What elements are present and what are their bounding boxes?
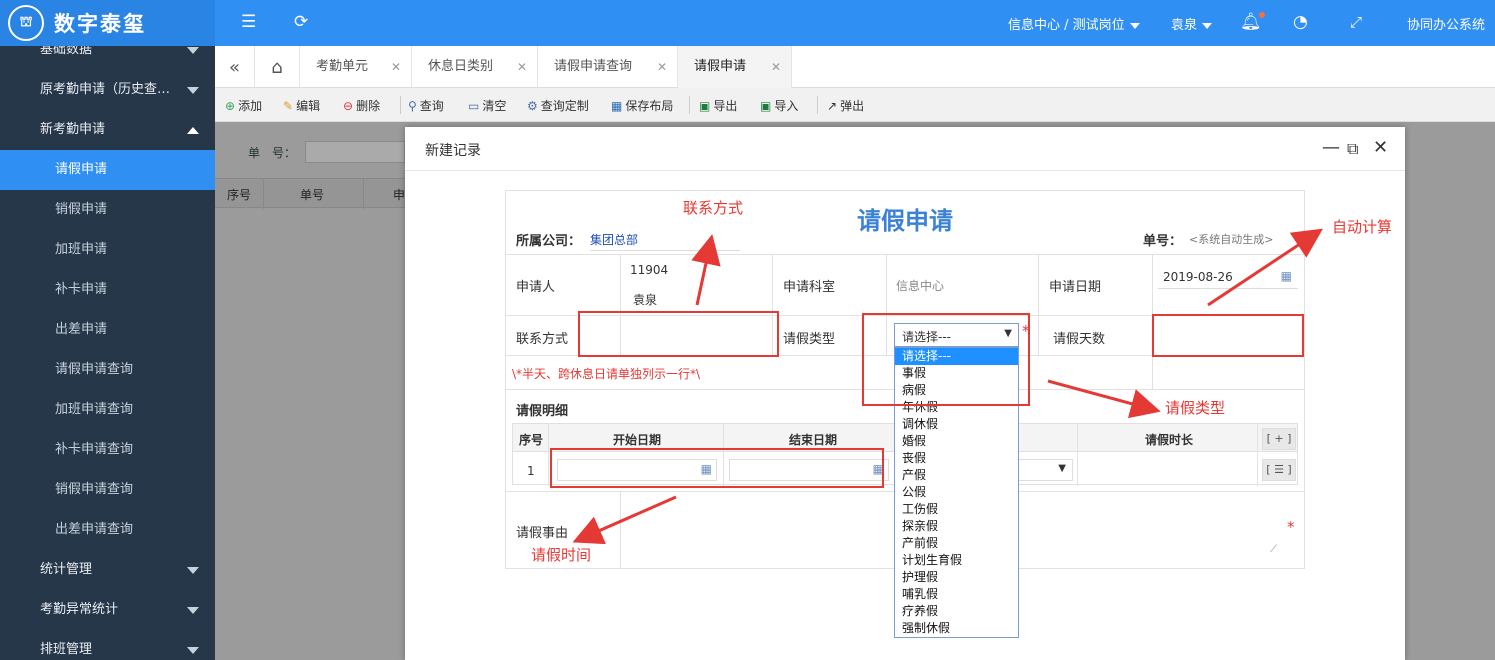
annotation-arrows	[572, 228, 1323, 545]
arrow-auto-calc	[1207, 228, 1323, 307]
arrow-leave-type	[1047, 379, 1161, 419]
arrow-leave-time	[572, 495, 677, 545]
arrow-contact	[691, 234, 721, 306]
